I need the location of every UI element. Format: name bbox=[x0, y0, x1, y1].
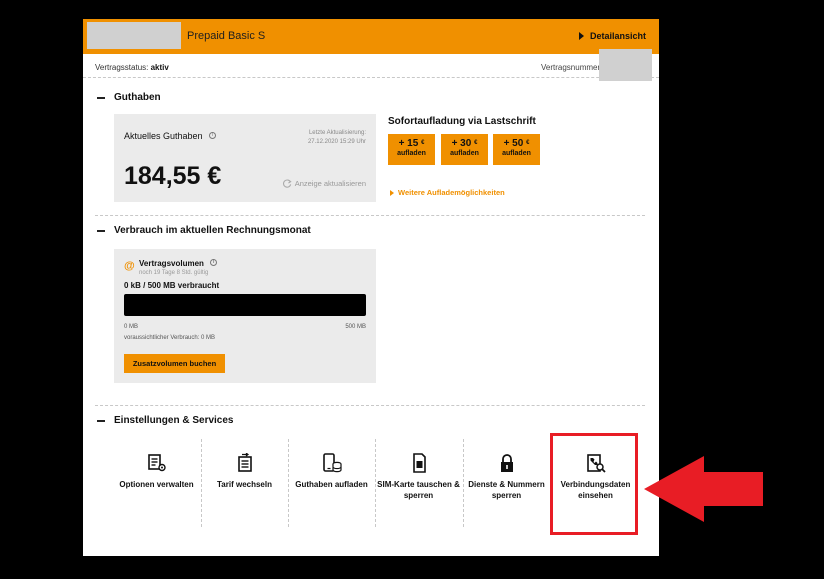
guthaben-section-title: Guthaben bbox=[114, 92, 161, 103]
topup-30-label: aufladen bbox=[450, 150, 479, 157]
topup-50-currency: € bbox=[526, 140, 530, 146]
service-label: SIM-Karte tauschen & sperren bbox=[377, 480, 460, 500]
contract-number-label: Vertragsnummer bbox=[541, 63, 601, 72]
service-label: Dienste & Nummern sperren bbox=[468, 480, 545, 500]
divider bbox=[95, 215, 645, 216]
volume-validity: noch 19 Tage 8 Std. gültig bbox=[139, 270, 209, 276]
contract-header: Prepaid Basic S Detailansicht bbox=[83, 19, 659, 54]
detail-view-label: Detailansicht bbox=[589, 31, 646, 41]
contract-status-value: aktiv bbox=[150, 63, 169, 72]
volume-title-row: Vertragsvolumen i bbox=[139, 259, 218, 268]
topup-50-amount: + 50 bbox=[503, 138, 524, 149]
redacted-name bbox=[87, 22, 181, 49]
redacted-contract-number bbox=[599, 49, 652, 81]
options-icon bbox=[147, 454, 166, 472]
volume-progress-bar bbox=[124, 294, 366, 316]
more-topup-options-link[interactable]: Weitere Auflademöglichkeiten bbox=[390, 188, 505, 197]
service-topup-balance[interactable]: Guthaben aufladen bbox=[288, 439, 375, 534]
service-block-services[interactable]: Dienste & Nummern sperren bbox=[463, 439, 550, 534]
topup-15-button[interactable]: + 15 € aufladen bbox=[388, 134, 435, 165]
service-sim-card[interactable]: SIM-Karte tauschen & sperren bbox=[375, 439, 462, 534]
phone-coins-icon bbox=[322, 453, 342, 473]
topup-15-amount-row: + 15 € bbox=[388, 138, 435, 149]
contract-status: Vertragsstatus: aktiv bbox=[95, 63, 169, 72]
book-extra-volume-button[interactable]: Zusatzvolumen buchen bbox=[124, 354, 225, 373]
refresh-icon bbox=[282, 179, 292, 188]
topup-50-button[interactable]: + 50 € aufladen bbox=[493, 134, 540, 165]
service-switch-tariff[interactable]: Tarif wechseln bbox=[201, 439, 288, 534]
services-section-title: Einstellungen & Services bbox=[114, 415, 234, 426]
topup-30-button[interactable]: + 30 € aufladen bbox=[441, 134, 488, 165]
expected-usage: voraussichtlicher Verbrauch: 0 MB bbox=[124, 335, 216, 341]
refresh-balance-link[interactable]: Anzeige aktualisieren bbox=[282, 179, 366, 188]
info-icon[interactable]: i bbox=[210, 259, 218, 266]
collapse-icon bbox=[97, 229, 105, 232]
topup-30-amount-row: + 30 € bbox=[441, 138, 488, 149]
volume-min-label: 0 MB bbox=[124, 324, 139, 330]
topup-15-currency: € bbox=[421, 140, 425, 146]
service-label: Guthaben aufladen bbox=[295, 480, 368, 489]
current-balance-label: Aktuelles Guthaben bbox=[124, 131, 203, 141]
topup-15-amount: + 15 bbox=[398, 138, 419, 149]
plan-name: Prepaid Basic S bbox=[187, 30, 266, 42]
highlight-box bbox=[550, 433, 638, 535]
balance-panel: Aktuelles Guthaben i Letzte Aktualisieru… bbox=[114, 114, 376, 202]
instant-topup-title: Sofortaufladung via Lastschrift bbox=[388, 116, 536, 127]
volume-max-label: 500 MB bbox=[345, 324, 366, 330]
service-manage-options[interactable]: Optionen verwalten bbox=[113, 439, 200, 534]
play-arrow-icon bbox=[390, 189, 394, 196]
tariff-switch-icon bbox=[237, 453, 252, 472]
usage-section-toggle[interactable]: Verbrauch im aktuellen Rechnungsmonat bbox=[97, 225, 311, 236]
divider bbox=[95, 405, 645, 406]
topup-50-label: aufladen bbox=[502, 150, 531, 157]
services-section-toggle[interactable]: Einstellungen & Services bbox=[97, 415, 234, 426]
service-label: Tarif wechseln bbox=[217, 480, 272, 489]
at-sign-icon: @ bbox=[124, 260, 135, 272]
red-arrow-icon bbox=[644, 456, 763, 522]
volume-title: Vertragsvolumen bbox=[139, 259, 204, 268]
sim-card-icon bbox=[412, 453, 426, 473]
topup-30-currency: € bbox=[474, 140, 478, 146]
detail-view-link[interactable]: Detailansicht bbox=[578, 31, 646, 41]
collapse-icon bbox=[97, 96, 105, 99]
contract-status-label: Vertragsstatus: bbox=[95, 63, 149, 72]
data-volume-panel: @ Vertragsvolumen i noch 19 Tage 8 Std. … bbox=[114, 249, 376, 383]
last-update-label: Letzte Aktualisierung: bbox=[308, 130, 366, 136]
collapse-icon bbox=[97, 419, 105, 422]
last-update: Letzte Aktualisierung: 27.12.2020 15:29 … bbox=[276, 129, 366, 147]
balance-amount: 184,55 € bbox=[124, 162, 222, 190]
topup-15-label: aufladen bbox=[397, 150, 426, 157]
service-label: Optionen verwalten bbox=[119, 480, 194, 489]
guthaben-section-toggle[interactable]: Guthaben bbox=[97, 92, 161, 103]
topup-50-amount-row: + 50 € bbox=[493, 138, 540, 149]
status-row: Vertragsstatus: aktiv Vertragsnummer bbox=[83, 54, 659, 78]
refresh-balance-label: Anzeige aktualisieren bbox=[294, 179, 366, 188]
current-balance-label-row: Aktuelles Guthaben i bbox=[124, 131, 217, 141]
lock-icon bbox=[500, 454, 513, 472]
topup-30-amount: + 30 bbox=[451, 138, 472, 149]
usage-section-title: Verbrauch im aktuellen Rechnungsmonat bbox=[114, 225, 311, 236]
volume-used-text: 0 kB / 500 MB verbraucht bbox=[124, 281, 220, 290]
info-icon[interactable]: i bbox=[209, 132, 217, 139]
last-update-value: 27.12.2020 15:29 Uhr bbox=[307, 139, 366, 145]
more-topup-options-label: Weitere Auflademöglichkeiten bbox=[398, 188, 505, 197]
play-arrow-icon bbox=[578, 32, 584, 40]
